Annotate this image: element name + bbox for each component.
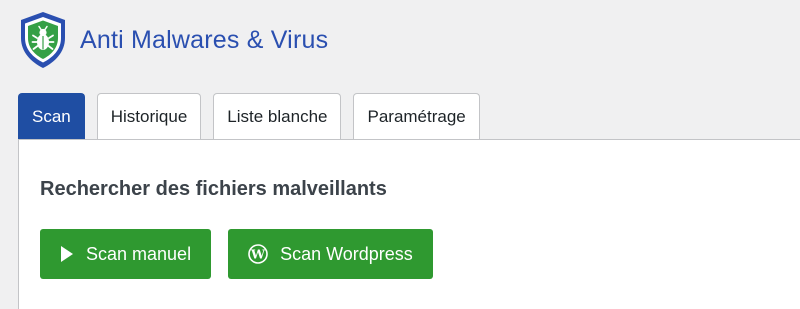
tab-scan[interactable]: Scan bbox=[18, 93, 85, 139]
tab-parametrage[interactable]: Paramétrage bbox=[353, 93, 480, 139]
scan-actions: Scan manuel W Scan Wordpress bbox=[40, 229, 433, 279]
wordpress-icon: W bbox=[248, 244, 268, 264]
shield-bug-icon bbox=[21, 12, 65, 68]
tab-liste-blanche[interactable]: Liste blanche bbox=[213, 93, 342, 139]
wordpress-scan-label: Scan Wordpress bbox=[280, 243, 413, 264]
app-title: Anti Malwares & Virus bbox=[80, 25, 329, 54]
svg-text:W: W bbox=[250, 247, 266, 262]
manual-scan-label: Scan manuel bbox=[86, 243, 192, 264]
scan-panel: Rechercher des fichiers malveillants Sca… bbox=[18, 139, 800, 309]
manual-scan-button[interactable]: Scan manuel bbox=[40, 229, 212, 279]
section-heading: Rechercher des fichiers malveillants bbox=[40, 178, 387, 200]
wordpress-scan-button[interactable]: W Scan Wordpress bbox=[228, 229, 433, 279]
app-header: Anti Malwares & Virus bbox=[18, 10, 328, 70]
tab-historique[interactable]: Historique bbox=[96, 93, 202, 139]
play-icon bbox=[60, 245, 74, 263]
tab-bar: Scan Historique Liste blanche Paramétrag… bbox=[18, 93, 480, 139]
